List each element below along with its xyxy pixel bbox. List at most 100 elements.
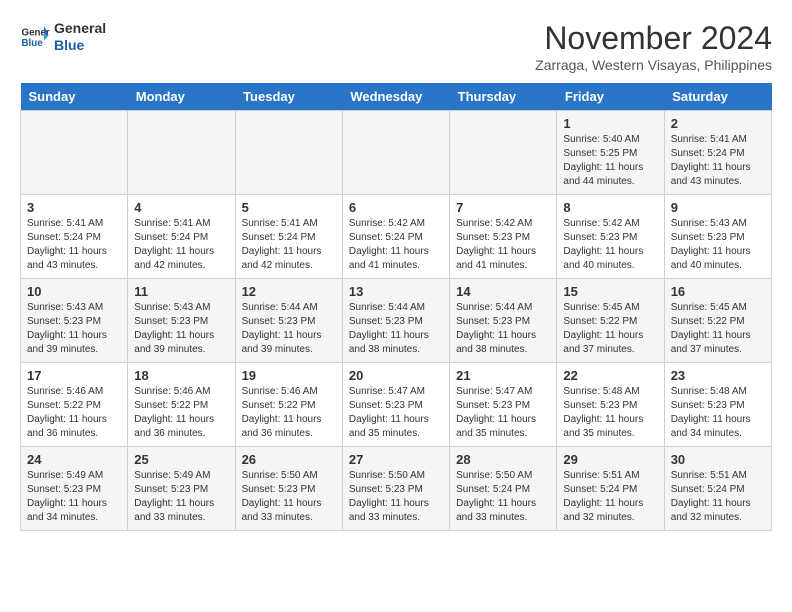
- day-info: Sunrise: 5:41 AM Sunset: 5:24 PM Dayligh…: [671, 133, 765, 189]
- day-number: 6: [349, 200, 443, 215]
- calendar-cell: [450, 111, 557, 195]
- day-number: 19: [242, 368, 336, 383]
- calendar-cell: 6 Sunrise: 5:42 AM Sunset: 5:24 PM Daylig…: [342, 195, 449, 279]
- header-monday: Monday: [128, 83, 235, 111]
- calendar-cell: [342, 111, 449, 195]
- day-info: Sunrise: 5:50 AM Sunset: 5:24 PM Dayligh…: [456, 469, 550, 525]
- day-number: 3: [27, 200, 121, 215]
- day-info: Sunrise: 5:40 AM Sunset: 5:25 PM Dayligh…: [563, 133, 657, 189]
- calendar-body: 1 Sunrise: 5:40 AM Sunset: 5:25 PM Daylig…: [21, 111, 772, 531]
- logo-icon: General Blue: [20, 22, 50, 52]
- day-number: 10: [27, 284, 121, 299]
- calendar-cell: 9 Sunrise: 5:43 AM Sunset: 5:23 PM Daylig…: [664, 195, 771, 279]
- calendar-table: Sunday Monday Tuesday Wednesday Thursday…: [20, 83, 772, 531]
- header: General Blue General Blue November 2024 …: [20, 20, 772, 73]
- logo-text-blue: Blue: [54, 37, 106, 54]
- day-info: Sunrise: 5:42 AM Sunset: 5:23 PM Dayligh…: [563, 217, 657, 273]
- calendar-week-1: 3 Sunrise: 5:41 AM Sunset: 5:24 PM Daylig…: [21, 195, 772, 279]
- day-number: 26: [242, 452, 336, 467]
- day-info: Sunrise: 5:45 AM Sunset: 5:22 PM Dayligh…: [671, 301, 765, 357]
- day-number: 11: [134, 284, 228, 299]
- day-info: Sunrise: 5:42 AM Sunset: 5:23 PM Dayligh…: [456, 217, 550, 273]
- day-info: Sunrise: 5:45 AM Sunset: 5:22 PM Dayligh…: [563, 301, 657, 357]
- day-number: 23: [671, 368, 765, 383]
- day-info: Sunrise: 5:43 AM Sunset: 5:23 PM Dayligh…: [671, 217, 765, 273]
- day-number: 14: [456, 284, 550, 299]
- day-number: 29: [563, 452, 657, 467]
- header-friday: Friday: [557, 83, 664, 111]
- calendar-cell: 1 Sunrise: 5:40 AM Sunset: 5:25 PM Daylig…: [557, 111, 664, 195]
- header-row: Sunday Monday Tuesday Wednesday Thursday…: [21, 83, 772, 111]
- calendar-cell: 16 Sunrise: 5:45 AM Sunset: 5:22 PM Dayli…: [664, 279, 771, 363]
- day-info: Sunrise: 5:47 AM Sunset: 5:23 PM Dayligh…: [349, 385, 443, 441]
- day-info: Sunrise: 5:43 AM Sunset: 5:23 PM Dayligh…: [27, 301, 121, 357]
- calendar-cell: 17Sunrise: 5:46 AM Sunset: 5:22 PM Dayli…: [21, 363, 128, 447]
- day-number: 15: [563, 284, 657, 299]
- calendar-cell: 13Sunrise: 5:44 AM Sunset: 5:23 PM Dayli…: [342, 279, 449, 363]
- calendar-cell: 8 Sunrise: 5:42 AM Sunset: 5:23 PM Daylig…: [557, 195, 664, 279]
- calendar-cell: 2Sunrise: 5:41 AM Sunset: 5:24 PM Daylig…: [664, 111, 771, 195]
- calendar-cell: 12 Sunrise: 5:44 AM Sunset: 5:23 PM Dayli…: [235, 279, 342, 363]
- day-info: Sunrise: 5:49 AM Sunset: 5:23 PM Dayligh…: [134, 469, 228, 525]
- day-info: Sunrise: 5:49 AM Sunset: 5:23 PM Dayligh…: [27, 469, 121, 525]
- day-number: 21: [456, 368, 550, 383]
- calendar-cell: 25Sunrise: 5:49 AM Sunset: 5:23 PM Dayli…: [128, 447, 235, 531]
- day-number: 4: [134, 200, 228, 215]
- calendar-cell: 23Sunrise: 5:48 AM Sunset: 5:23 PM Dayli…: [664, 363, 771, 447]
- day-info: Sunrise: 5:47 AM Sunset: 5:23 PM Dayligh…: [456, 385, 550, 441]
- calendar-cell: 11Sunrise: 5:43 AM Sunset: 5:23 PM Dayli…: [128, 279, 235, 363]
- day-number: 5: [242, 200, 336, 215]
- header-thursday: Thursday: [450, 83, 557, 111]
- day-info: Sunrise: 5:50 AM Sunset: 5:23 PM Dayligh…: [242, 469, 336, 525]
- day-info: Sunrise: 5:46 AM Sunset: 5:22 PM Dayligh…: [134, 385, 228, 441]
- calendar-week-2: 10 Sunrise: 5:43 AM Sunset: 5:23 PM Dayli…: [21, 279, 772, 363]
- day-number: 20: [349, 368, 443, 383]
- calendar-cell: 28 Sunrise: 5:50 AM Sunset: 5:24 PM Dayli…: [450, 447, 557, 531]
- day-info: Sunrise: 5:41 AM Sunset: 5:24 PM Dayligh…: [134, 217, 228, 273]
- title-section: November 2024 Zarraga, Western Visayas, …: [535, 20, 772, 73]
- day-number: 7: [456, 200, 550, 215]
- calendar-cell: 19 Sunrise: 5:46 AM Sunset: 5:22 PM Dayli…: [235, 363, 342, 447]
- calendar-cell: 21 Sunrise: 5:47 AM Sunset: 5:23 PM Dayli…: [450, 363, 557, 447]
- calendar-cell: 27Sunrise: 5:50 AM Sunset: 5:23 PM Dayli…: [342, 447, 449, 531]
- calendar-cell: 10 Sunrise: 5:43 AM Sunset: 5:23 PM Dayli…: [21, 279, 128, 363]
- day-info: Sunrise: 5:41 AM Sunset: 5:24 PM Dayligh…: [242, 217, 336, 273]
- day-number: 18: [134, 368, 228, 383]
- day-info: Sunrise: 5:44 AM Sunset: 5:23 PM Dayligh…: [242, 301, 336, 357]
- calendar-cell: 18 Sunrise: 5:46 AM Sunset: 5:22 PM Dayli…: [128, 363, 235, 447]
- day-info: Sunrise: 5:50 AM Sunset: 5:23 PM Dayligh…: [349, 469, 443, 525]
- day-info: Sunrise: 5:51 AM Sunset: 5:24 PM Dayligh…: [671, 469, 765, 525]
- day-number: 12: [242, 284, 336, 299]
- day-info: Sunrise: 5:46 AM Sunset: 5:22 PM Dayligh…: [242, 385, 336, 441]
- header-saturday: Saturday: [664, 83, 771, 111]
- calendar-cell: 30Sunrise: 5:51 AM Sunset: 5:24 PM Dayli…: [664, 447, 771, 531]
- calendar-cell: 5 Sunrise: 5:41 AM Sunset: 5:24 PM Daylig…: [235, 195, 342, 279]
- day-number: 28: [456, 452, 550, 467]
- svg-text:Blue: Blue: [22, 38, 44, 49]
- day-info: Sunrise: 5:46 AM Sunset: 5:22 PM Dayligh…: [27, 385, 121, 441]
- month-title: November 2024: [535, 20, 772, 57]
- calendar-cell: 22Sunrise: 5:48 AM Sunset: 5:23 PM Dayli…: [557, 363, 664, 447]
- day-info: Sunrise: 5:44 AM Sunset: 5:23 PM Dayligh…: [349, 301, 443, 357]
- calendar-cell: 20 Sunrise: 5:47 AM Sunset: 5:23 PM Dayli…: [342, 363, 449, 447]
- logo-text-general: General: [54, 20, 106, 37]
- calendar-cell: 15 Sunrise: 5:45 AM Sunset: 5:22 PM Dayli…: [557, 279, 664, 363]
- calendar-cell: 29Sunrise: 5:51 AM Sunset: 5:24 PM Dayli…: [557, 447, 664, 531]
- day-number: 1: [563, 116, 657, 131]
- day-info: Sunrise: 5:48 AM Sunset: 5:23 PM Dayligh…: [563, 385, 657, 441]
- calendar-cell: 3Sunrise: 5:41 AM Sunset: 5:24 PM Daylig…: [21, 195, 128, 279]
- header-sunday: Sunday: [21, 83, 128, 111]
- day-number: 9: [671, 200, 765, 215]
- day-number: 8: [563, 200, 657, 215]
- calendar-cell: [128, 111, 235, 195]
- calendar-week-0: 1 Sunrise: 5:40 AM Sunset: 5:25 PM Daylig…: [21, 111, 772, 195]
- calendar-header: Sunday Monday Tuesday Wednesday Thursday…: [21, 83, 772, 111]
- logo: General Blue General Blue: [20, 20, 106, 54]
- calendar-cell: 14 Sunrise: 5:44 AM Sunset: 5:23 PM Dayli…: [450, 279, 557, 363]
- calendar-week-3: 17Sunrise: 5:46 AM Sunset: 5:22 PM Dayli…: [21, 363, 772, 447]
- day-number: 16: [671, 284, 765, 299]
- header-wednesday: Wednesday: [342, 83, 449, 111]
- location-title: Zarraga, Western Visayas, Philippines: [535, 57, 772, 73]
- day-info: Sunrise: 5:42 AM Sunset: 5:24 PM Dayligh…: [349, 217, 443, 273]
- day-info: Sunrise: 5:44 AM Sunset: 5:23 PM Dayligh…: [456, 301, 550, 357]
